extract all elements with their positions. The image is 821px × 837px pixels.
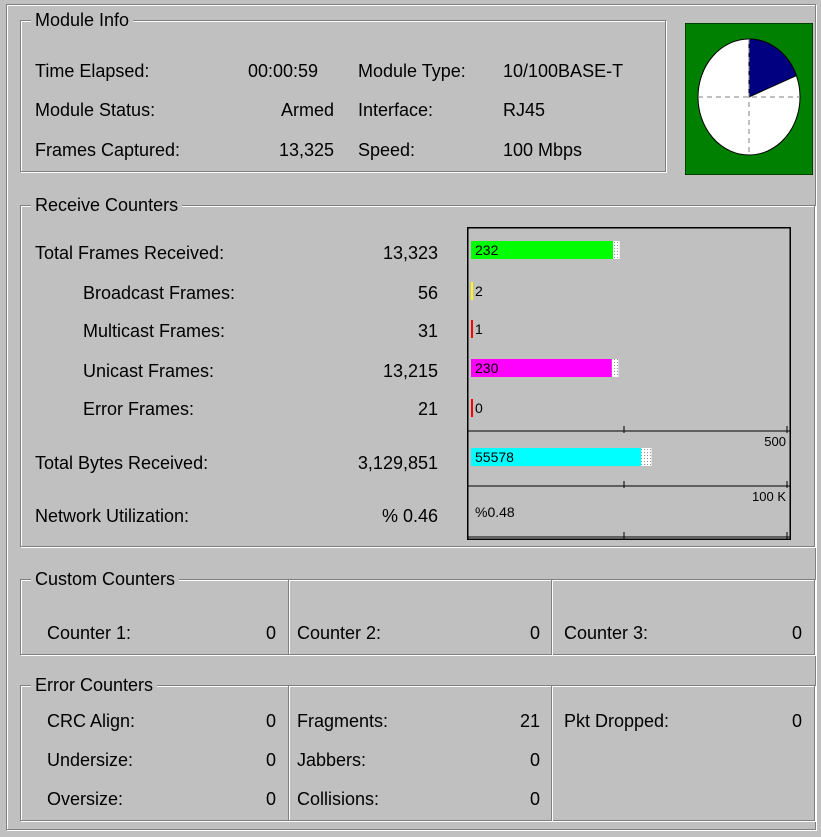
total-frames-value: 13,323 <box>382 243 438 263</box>
undersize-label: Undersize: <box>47 750 134 770</box>
custom-counters-title: Custom Counters <box>31 568 180 590</box>
total-bytes-label: Total Bytes Received: <box>35 453 209 473</box>
module-type-label: Module Type: <box>358 61 466 81</box>
module-status-value: Armed <box>280 100 334 120</box>
module-status-label: Module Status: <box>35 100 156 120</box>
interface-label: Interface: <box>358 100 434 120</box>
chart-frame <box>467 227 791 540</box>
bar-label: %0.48 <box>475 504 515 520</box>
multicast-frames-label: Multicast Frames: <box>83 321 226 341</box>
bar-peak <box>611 359 619 377</box>
broadcast-frames-value: 56 <box>417 283 438 303</box>
bar-label: 1 <box>475 321 483 337</box>
unicast-frames-value: 13,215 <box>382 361 438 381</box>
scale-label: 500 <box>764 434 786 449</box>
error-counters-title: Error Counters <box>31 674 158 696</box>
bar <box>471 282 473 300</box>
bar-peak <box>641 448 652 466</box>
speed-label: Speed: <box>358 140 416 160</box>
pkt-dropped-value: 0 <box>791 711 802 731</box>
bar-label: 2 <box>475 283 483 299</box>
pkt-dropped-label: Pkt Dropped: <box>564 711 670 731</box>
network-utilization-label: Network Utilization: <box>35 506 190 526</box>
bar <box>471 399 473 417</box>
scale-label: 100 K <box>752 489 786 504</box>
counter-1-value: 0 <box>265 623 276 643</box>
counter-3-value: 0 <box>791 623 802 643</box>
broadcast-frames-label: Broadcast Frames: <box>83 283 236 303</box>
counter-3-label: Counter 3: <box>564 623 649 643</box>
bar-peak <box>612 241 620 259</box>
fragments-value: 21 <box>519 711 540 731</box>
error-frames-value: 21 <box>417 399 438 419</box>
crc-align-value: 0 <box>265 711 276 731</box>
collisions-label: Collisions: <box>297 789 380 809</box>
oversize-label: Oversize: <box>47 789 124 809</box>
error-frames-label: Error Frames: <box>83 399 195 419</box>
unicast-frames-label: Unicast Frames: <box>83 361 215 381</box>
bar-label: 55578 <box>475 449 514 465</box>
time-elapsed-label: Time Elapsed: <box>35 61 150 81</box>
frames-captured-value: 13,325 <box>278 140 334 160</box>
interface-value: RJ45 <box>503 100 546 120</box>
undersize-value: 0 <box>265 750 276 770</box>
counter-2-value: 0 <box>529 623 540 643</box>
multicast-frames-value: 31 <box>417 321 438 341</box>
crc-align-label: CRC Align: <box>47 711 136 731</box>
bar-label: 0 <box>475 400 483 416</box>
counter-1-label: Counter 1: <box>47 623 132 643</box>
time-elapsed-value: 00:00:59 <box>248 61 319 81</box>
collisions-value: 0 <box>529 789 540 809</box>
bar <box>471 320 473 338</box>
receive-bar-chart: 232 2 1 230 0 500 55578 100 K %0.48 <box>467 227 791 540</box>
total-frames-label: Total Frames Received: <box>35 243 225 263</box>
bar-label: 230 <box>475 360 499 376</box>
counter-2-label: Counter 2: <box>297 623 382 643</box>
network-utilization-value: % 0.46 <box>381 506 438 526</box>
module-type-value: 10/100BASE-T <box>503 61 624 81</box>
frames-captured-label: Frames Captured: <box>35 140 181 160</box>
jabbers-value: 0 <box>529 750 540 770</box>
bar-label: 232 <box>475 242 499 258</box>
receive-counters-title: Receive Counters <box>31 194 183 216</box>
speed-value: 100 Mbps <box>503 140 583 160</box>
fragments-label: Fragments: <box>297 711 389 731</box>
oversize-value: 0 <box>265 789 276 809</box>
jabbers-label: Jabbers: <box>297 750 367 770</box>
activity-clock-icon <box>685 23 813 175</box>
total-bytes-value: 3,129,851 <box>357 453 438 473</box>
module-info-title: Module Info <box>31 9 134 31</box>
